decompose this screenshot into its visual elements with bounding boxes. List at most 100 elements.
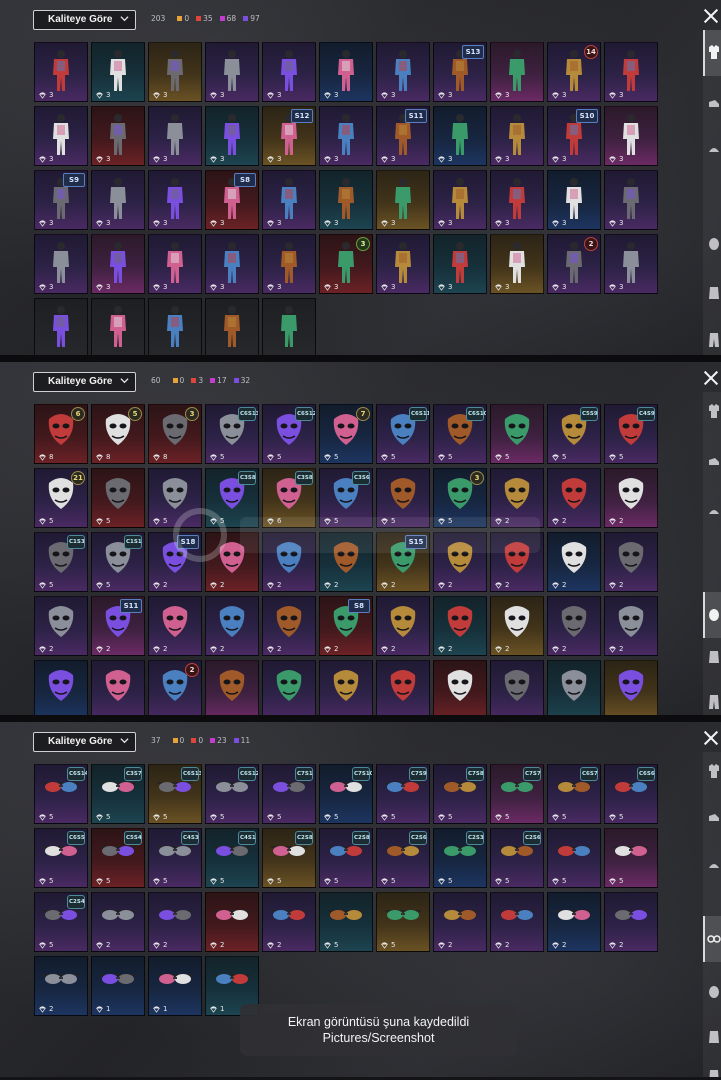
inventory-item[interactable]: 5 xyxy=(319,892,373,952)
inventory-item[interactable] xyxy=(34,298,88,355)
inventory-item[interactable]: 3 xyxy=(91,42,145,102)
inventory-item[interactable]: 2 xyxy=(148,892,202,952)
shoes-icon[interactable] xyxy=(707,94,721,114)
inventory-item[interactable]: C5S4 5 xyxy=(91,828,145,888)
inventory-item[interactable]: C7S7 5 xyxy=(490,764,544,824)
inventory-item[interactable]: C2S6 5 xyxy=(490,828,544,888)
inventory-item[interactable]: C4S1 5 xyxy=(205,828,259,888)
inventory-item[interactable]: S11 3 xyxy=(376,106,430,166)
inventory-item[interactable]: 3 xyxy=(319,170,373,230)
inventory-item[interactable]: 3 xyxy=(205,42,259,102)
inventory-item[interactable]: 5 xyxy=(547,828,601,888)
jacket-icon[interactable] xyxy=(707,647,721,667)
inventory-item[interactable]: C4S9 5 xyxy=(604,404,658,464)
inventory-item[interactable]: C2S8 5 xyxy=(262,828,316,888)
glasses-icon[interactable] xyxy=(703,916,721,962)
inventory-item[interactable]: 5 xyxy=(604,828,658,888)
close-icon[interactable] xyxy=(703,8,719,24)
inventory-item[interactable] xyxy=(262,660,316,717)
inventory-item[interactable]: S13 3 xyxy=(433,42,487,102)
inventory-item[interactable]: 2 xyxy=(604,468,658,528)
inventory-item[interactable]: 2 xyxy=(490,596,544,656)
inventory-item[interactable]: C7S9 5 xyxy=(376,764,430,824)
inventory-item[interactable]: 3 xyxy=(433,234,487,294)
inventory-item[interactable]: 38 xyxy=(148,404,202,464)
hat-icon[interactable] xyxy=(707,140,721,160)
inventory-item[interactable]: 3 xyxy=(490,170,544,230)
inventory-item[interactable]: 2 xyxy=(604,892,658,952)
mask-icon[interactable] xyxy=(707,982,721,1002)
inventory-item[interactable]: 5 xyxy=(376,892,430,952)
inventory-item[interactable]: C4S3 5 xyxy=(148,828,202,888)
inventory-item[interactable]: 2 xyxy=(262,892,316,952)
inventory-item[interactable]: 3 xyxy=(490,42,544,102)
inventory-item[interactable]: 3 xyxy=(34,106,88,166)
shoes-icon[interactable] xyxy=(707,808,721,828)
inventory-item[interactable]: 3 xyxy=(547,170,601,230)
inventory-item[interactable]: 3 xyxy=(148,170,202,230)
inventory-item[interactable]: C6S12 5 xyxy=(205,764,259,824)
inventory-item[interactable]: 5 xyxy=(490,404,544,464)
inventory-item[interactable] xyxy=(91,298,145,355)
inventory-item[interactable]: C2S8 5 xyxy=(319,828,373,888)
inventory-item[interactable]: 3 xyxy=(604,170,658,230)
inventory-item[interactable]: 2 xyxy=(604,532,658,592)
inventory-item[interactable]: C6S13 5 xyxy=(148,764,202,824)
close-icon[interactable] xyxy=(703,730,719,746)
inventory-item[interactable]: 2 xyxy=(433,892,487,952)
inventory-item[interactable]: C6S6 5 xyxy=(604,764,658,824)
inventory-item[interactable]: C3S7 5 xyxy=(91,764,145,824)
inventory-item[interactable]: C1S1 5 xyxy=(91,532,145,592)
inventory-item[interactable]: 3 xyxy=(319,106,373,166)
hat-icon[interactable] xyxy=(707,502,721,522)
inventory-item[interactable]: 3 xyxy=(205,234,259,294)
jacket-icon[interactable] xyxy=(707,283,721,303)
inventory-item[interactable]: 2 xyxy=(490,892,544,952)
inventory-item[interactable]: S8 2 xyxy=(319,596,373,656)
inventory-item[interactable]: 1 xyxy=(148,956,202,1016)
inventory-item[interactable]: 3 xyxy=(262,234,316,294)
jacket-icon[interactable] xyxy=(707,1027,721,1047)
inventory-item[interactable]: C2S3 5 xyxy=(433,828,487,888)
inventory-item[interactable]: 3 xyxy=(433,106,487,166)
inventory-item[interactable]: 3 xyxy=(319,42,373,102)
inventory-item[interactable] xyxy=(34,660,88,717)
inventory-item[interactable]: 2 xyxy=(547,596,601,656)
inventory-item[interactable]: 2 xyxy=(148,596,202,656)
inventory-item[interactable]: 3 xyxy=(490,106,544,166)
inventory-item[interactable] xyxy=(205,298,259,355)
inventory-item[interactable]: 3 xyxy=(604,42,658,102)
inventory-item[interactable] xyxy=(262,298,316,355)
inventory-item[interactable]: 33 xyxy=(319,234,373,294)
inventory-item[interactable]: 2 xyxy=(433,596,487,656)
inventory-item[interactable]: S11 2 xyxy=(91,596,145,656)
inventory-item[interactable]: S8 3 xyxy=(205,170,259,230)
inventory-item[interactable]: 3 xyxy=(262,170,316,230)
sort-dropdown[interactable]: Kaliteye Göre xyxy=(33,732,136,752)
inventory-item[interactable]: C6S10 5 xyxy=(433,404,487,464)
inventory-item[interactable]: 21 5 xyxy=(34,468,88,528)
inventory-item[interactable]: 75 xyxy=(319,404,373,464)
inventory-item[interactable] xyxy=(91,660,145,717)
inventory-item[interactable]: 3 xyxy=(490,234,544,294)
inventory-item[interactable]: 3 xyxy=(376,234,430,294)
inventory-item[interactable] xyxy=(205,660,259,717)
outfit-icon[interactable] xyxy=(707,762,721,782)
inventory-item[interactable]: 2 xyxy=(604,596,658,656)
inventory-item[interactable]: C7S1 5 xyxy=(262,764,316,824)
inventory-item[interactable]: 2 xyxy=(376,596,430,656)
inventory-item[interactable]: C2S4 5 xyxy=(34,892,88,952)
inventory-item[interactable]: 2 xyxy=(91,892,145,952)
inventory-item[interactable]: 3 xyxy=(34,42,88,102)
inventory-item[interactable]: C6S11 5 xyxy=(376,404,430,464)
inventory-item[interactable]: S12 3 xyxy=(262,106,316,166)
inventory-item[interactable]: C5S9 5 xyxy=(547,404,601,464)
inventory-item[interactable]: C7S10 5 xyxy=(319,764,373,824)
inventory-item[interactable] xyxy=(604,660,658,717)
inventory-item[interactable]: 2 xyxy=(34,956,88,1016)
outfit-icon[interactable] xyxy=(707,402,721,422)
inventory-item[interactable]: C6S12 5 xyxy=(262,404,316,464)
inventory-item[interactable] xyxy=(148,298,202,355)
inventory-item[interactable]: 3 xyxy=(148,234,202,294)
inventory-item[interactable]: 14 3 xyxy=(547,42,601,102)
